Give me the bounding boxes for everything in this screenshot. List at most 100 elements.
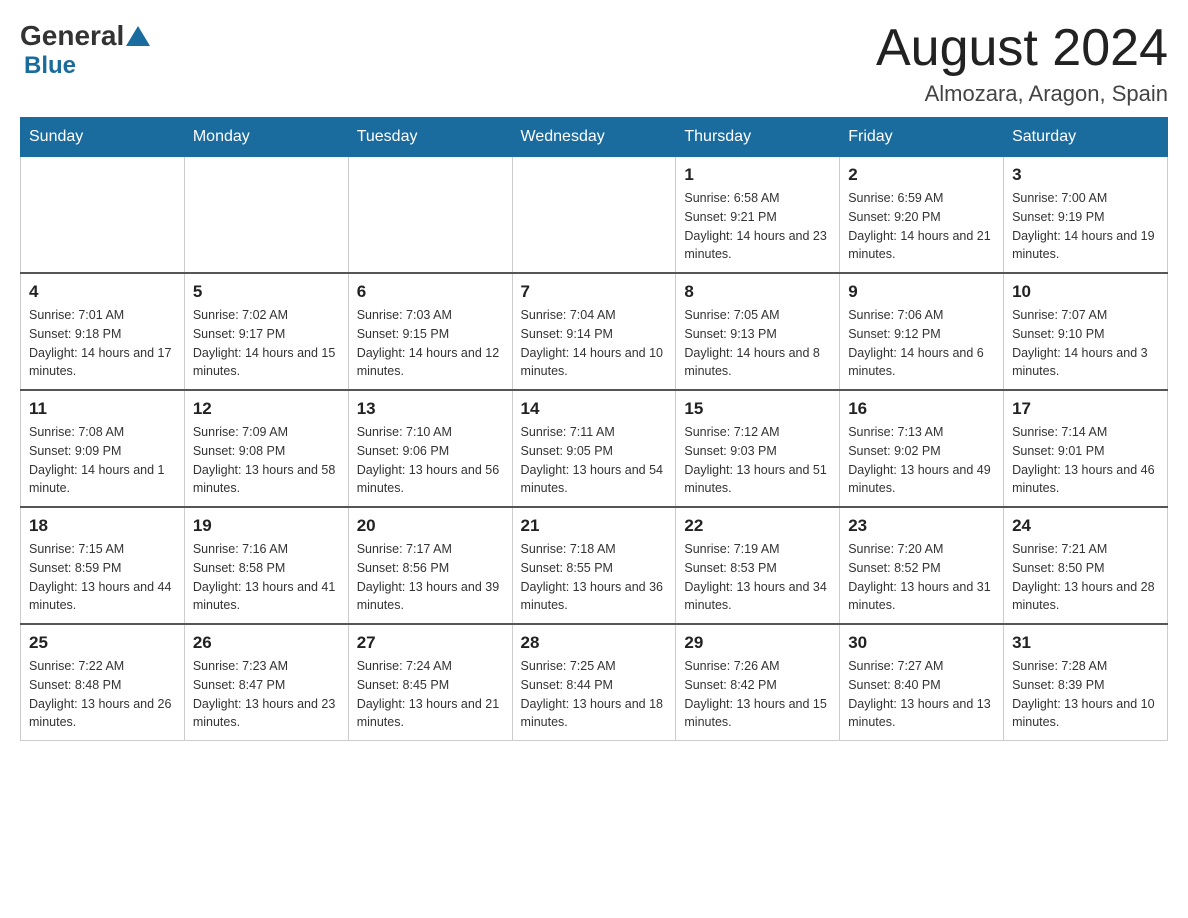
header-saturday: Saturday <box>1004 118 1168 157</box>
day-number: 14 <box>521 399 668 419</box>
calendar-cell: 22 Sunrise: 7:19 AMSunset: 8:53 PMDayligh… <box>676 507 840 624</box>
day-number: 31 <box>1012 633 1159 653</box>
calendar-cell: 25Sunrise: 7:22 AMSunset: 8:48 PMDayligh… <box>21 624 185 741</box>
calendar-cell: 10 Sunrise: 7:07 AMSunset: 9:10 PMDayligh… <box>1004 273 1168 390</box>
calendar-cell <box>512 157 676 274</box>
calendar-cell <box>348 157 512 274</box>
day-number: 15 <box>684 399 831 419</box>
day-info: Sunrise: 7:05 AMSunset: 9:13 PMDaylight:… <box>684 306 831 381</box>
calendar-week-4: 18Sunrise: 7:15 AMSunset: 8:59 PMDayligh… <box>21 507 1168 624</box>
day-number: 4 <box>29 282 176 302</box>
day-number: 9 <box>848 282 995 302</box>
calendar-cell: 7Sunrise: 7:04 AMSunset: 9:14 PMDaylight… <box>512 273 676 390</box>
day-info: Sunrise: 7:13 AMSunset: 9:02 PMDaylight:… <box>848 423 995 498</box>
calendar-week-3: 11 Sunrise: 7:08 AMSunset: 9:09 PMDayligh… <box>21 390 1168 507</box>
day-info: Sunrise: 7:28 AMSunset: 8:39 PMDaylight:… <box>1012 657 1159 732</box>
day-info: Sunrise: 7:22 AMSunset: 8:48 PMDaylight:… <box>29 657 176 732</box>
calendar-cell: 14 Sunrise: 7:11 AMSunset: 9:05 PMDayligh… <box>512 390 676 507</box>
calendar-cell: 17Sunrise: 7:14 AMSunset: 9:01 PMDayligh… <box>1004 390 1168 507</box>
day-info: Sunrise: 7:04 AMSunset: 9:14 PMDaylight:… <box>521 306 668 381</box>
day-number: 29 <box>684 633 831 653</box>
calendar-cell: 8 Sunrise: 7:05 AMSunset: 9:13 PMDaylight… <box>676 273 840 390</box>
calendar-cell: 4 Sunrise: 7:01 AMSunset: 9:18 PMDaylight… <box>21 273 185 390</box>
logo-triangle-icon <box>126 26 150 46</box>
day-number: 6 <box>357 282 504 302</box>
header-tuesday: Tuesday <box>348 118 512 157</box>
calendar-cell: 11 Sunrise: 7:08 AMSunset: 9:09 PMDayligh… <box>21 390 185 507</box>
calendar-cell <box>184 157 348 274</box>
day-info: Sunrise: 7:18 AMSunset: 8:55 PMDaylight:… <box>521 540 668 615</box>
day-info: Sunrise: 7:20 AMSunset: 8:52 PMDaylight:… <box>848 540 995 615</box>
day-info: Sunrise: 7:00 AMSunset: 9:19 PMDaylight:… <box>1012 189 1159 264</box>
calendar-week-2: 4 Sunrise: 7:01 AMSunset: 9:18 PMDaylight… <box>21 273 1168 390</box>
day-info: Sunrise: 7:19 AMSunset: 8:53 PMDaylight:… <box>684 540 831 615</box>
day-number: 26 <box>193 633 340 653</box>
calendar-cell: 9 Sunrise: 7:06 AMSunset: 9:12 PMDaylight… <box>840 273 1004 390</box>
day-number: 30 <box>848 633 995 653</box>
day-info: Sunrise: 7:16 AMSunset: 8:58 PMDaylight:… <box>193 540 340 615</box>
day-number: 2 <box>848 165 995 185</box>
logo-blue-text: Blue <box>24 52 76 80</box>
calendar-cell: 20Sunrise: 7:17 AMSunset: 8:56 PMDayligh… <box>348 507 512 624</box>
day-number: 13 <box>357 399 504 419</box>
day-info: Sunrise: 6:59 AMSunset: 9:20 PMDaylight:… <box>848 189 995 264</box>
day-number: 22 <box>684 516 831 536</box>
calendar-cell: 26Sunrise: 7:23 AMSunset: 8:47 PMDayligh… <box>184 624 348 741</box>
calendar-cell: 3 Sunrise: 7:00 AMSunset: 9:19 PMDaylight… <box>1004 157 1168 274</box>
day-info: Sunrise: 7:02 AMSunset: 9:17 PMDaylight:… <box>193 306 340 381</box>
day-info: Sunrise: 6:58 AMSunset: 9:21 PMDaylight:… <box>684 189 831 264</box>
day-number: 3 <box>1012 165 1159 185</box>
calendar-cell: 29 Sunrise: 7:26 AMSunset: 8:42 PMDayligh… <box>676 624 840 741</box>
day-number: 11 <box>29 399 176 419</box>
day-info: Sunrise: 7:25 AMSunset: 8:44 PMDaylight:… <box>521 657 668 732</box>
day-info: Sunrise: 7:26 AMSunset: 8:42 PMDaylight:… <box>684 657 831 732</box>
day-info: Sunrise: 7:08 AMSunset: 9:09 PMDaylight:… <box>29 423 176 498</box>
header-friday: Friday <box>840 118 1004 157</box>
calendar-cell: 30 Sunrise: 7:27 AMSunset: 8:40 PMDayligh… <box>840 624 1004 741</box>
calendar-cell: 2 Sunrise: 6:59 AMSunset: 9:20 PMDaylight… <box>840 157 1004 274</box>
header-sunday: Sunday <box>21 118 185 157</box>
day-number: 24 <box>1012 516 1159 536</box>
header-thursday: Thursday <box>676 118 840 157</box>
day-number: 10 <box>1012 282 1159 302</box>
day-info: Sunrise: 7:10 AMSunset: 9:06 PMDaylight:… <box>357 423 504 498</box>
header: General Blue August 2024 Almozara, Arago… <box>20 20 1168 107</box>
calendar-cell: 5 Sunrise: 7:02 AMSunset: 9:17 PMDaylight… <box>184 273 348 390</box>
calendar-cell: 18Sunrise: 7:15 AMSunset: 8:59 PMDayligh… <box>21 507 185 624</box>
month-year-title: August 2024 <box>876 20 1168 77</box>
calendar-week-5: 25Sunrise: 7:22 AMSunset: 8:48 PMDayligh… <box>21 624 1168 741</box>
calendar-cell: 6 Sunrise: 7:03 AMSunset: 9:15 PMDaylight… <box>348 273 512 390</box>
calendar-cell: 31 Sunrise: 7:28 AMSunset: 8:39 PMDayligh… <box>1004 624 1168 741</box>
day-info: Sunrise: 7:21 AMSunset: 8:50 PMDaylight:… <box>1012 540 1159 615</box>
day-info: Sunrise: 7:15 AMSunset: 8:59 PMDaylight:… <box>29 540 176 615</box>
calendar-cell: 16Sunrise: 7:13 AMSunset: 9:02 PMDayligh… <box>840 390 1004 507</box>
logo: General Blue <box>20 20 152 80</box>
day-number: 1 <box>684 165 831 185</box>
day-number: 19 <box>193 516 340 536</box>
day-info: Sunrise: 7:27 AMSunset: 8:40 PMDaylight:… <box>848 657 995 732</box>
calendar-cell: 23 Sunrise: 7:20 AMSunset: 8:52 PMDayligh… <box>840 507 1004 624</box>
day-number: 12 <box>193 399 340 419</box>
calendar-table: Sunday Monday Tuesday Wednesday Thursday… <box>20 117 1168 741</box>
calendar-cell: 1 Sunrise: 6:58 AMSunset: 9:21 PMDaylight… <box>676 157 840 274</box>
logo-general-text: General <box>20 20 124 52</box>
calendar-week-1: 1 Sunrise: 6:58 AMSunset: 9:21 PMDaylight… <box>21 157 1168 274</box>
header-wednesday: Wednesday <box>512 118 676 157</box>
location-subtitle: Almozara, Aragon, Spain <box>876 81 1168 107</box>
title-area: August 2024 Almozara, Aragon, Spain <box>876 20 1168 107</box>
day-info: Sunrise: 7:07 AMSunset: 9:10 PMDaylight:… <box>1012 306 1159 381</box>
day-number: 23 <box>848 516 995 536</box>
day-number: 5 <box>193 282 340 302</box>
calendar-header-row: Sunday Monday Tuesday Wednesday Thursday… <box>21 118 1168 157</box>
calendar-cell: 24 Sunrise: 7:21 AMSunset: 8:50 PMDayligh… <box>1004 507 1168 624</box>
day-number: 20 <box>357 516 504 536</box>
calendar-cell: 12Sunrise: 7:09 AMSunset: 9:08 PMDayligh… <box>184 390 348 507</box>
day-info: Sunrise: 7:24 AMSunset: 8:45 PMDaylight:… <box>357 657 504 732</box>
calendar-cell: 19 Sunrise: 7:16 AMSunset: 8:58 PMDayligh… <box>184 507 348 624</box>
day-info: Sunrise: 7:06 AMSunset: 9:12 PMDaylight:… <box>848 306 995 381</box>
day-info: Sunrise: 7:03 AMSunset: 9:15 PMDaylight:… <box>357 306 504 381</box>
day-info: Sunrise: 7:11 AMSunset: 9:05 PMDaylight:… <box>521 423 668 498</box>
day-number: 28 <box>521 633 668 653</box>
day-number: 8 <box>684 282 831 302</box>
day-info: Sunrise: 7:01 AMSunset: 9:18 PMDaylight:… <box>29 306 176 381</box>
